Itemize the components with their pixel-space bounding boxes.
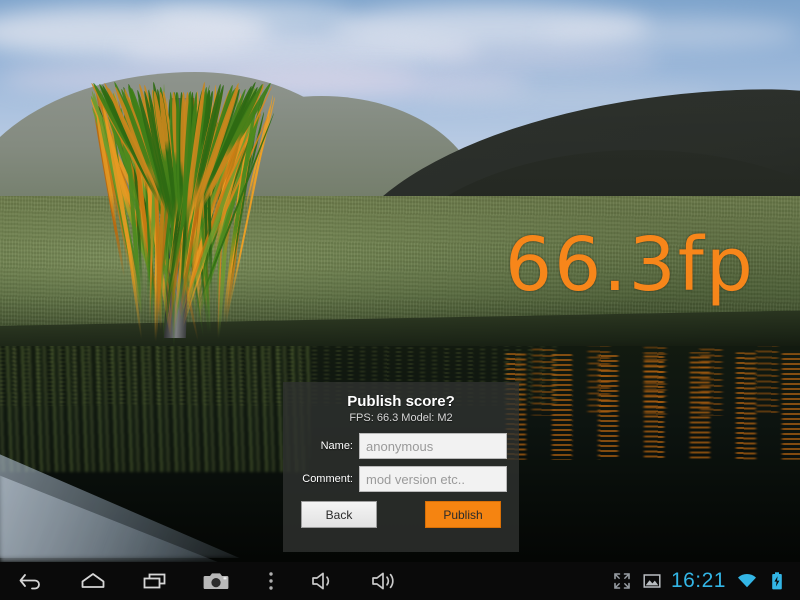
- comment-field-label: Comment:: [302, 473, 353, 485]
- water-reflection-fps-text: [520, 346, 800, 416]
- willow-tree: [40, 18, 330, 348]
- cloud: [430, 46, 660, 72]
- wifi-status[interactable]: [732, 562, 762, 600]
- volume-down-icon: [310, 570, 340, 592]
- recents-icon: [141, 571, 169, 591]
- overflow-menu-button-nav[interactable]: [248, 562, 294, 600]
- navbar-status-group: 16:21: [607, 562, 800, 600]
- android-navigation-bar: 16:21: [0, 562, 800, 600]
- home-icon: [79, 571, 107, 591]
- camera-icon: [203, 570, 231, 592]
- volume-up-button-nav[interactable]: [356, 562, 418, 600]
- fullscreen-button[interactable]: [607, 562, 637, 600]
- dialog-subtitle-stats: FPS: 66.3 Model: M2: [349, 412, 453, 424]
- home-button-nav[interactable]: [62, 562, 124, 600]
- battery-status[interactable]: [762, 562, 792, 600]
- cloud: [540, 18, 800, 48]
- name-input[interactable]: anonymous: [359, 433, 507, 459]
- device-screen: 66.3fp Publish score? FPS: 66.3 Model: M…: [0, 0, 800, 600]
- wifi-icon: [737, 573, 757, 589]
- name-field-label: Name:: [320, 440, 353, 452]
- water-reflection-tree: [0, 346, 310, 472]
- volume-down-button-nav[interactable]: [294, 562, 356, 600]
- fps-counter-overlay: 66.3fp: [505, 222, 755, 308]
- back-button-nav[interactable]: [0, 562, 62, 600]
- screenshot-image-icon: [643, 572, 661, 590]
- name-field-row: Name: anonymous: [295, 433, 507, 459]
- back-button[interactable]: Back: [301, 501, 377, 528]
- back-icon: [18, 571, 44, 591]
- recent-apps-button-nav[interactable]: [124, 562, 186, 600]
- overflow-menu-icon: [267, 570, 275, 592]
- dialog-title: Publish score?: [347, 393, 455, 410]
- fullscreen-icon: [613, 572, 631, 590]
- screenshot-notification[interactable]: [637, 562, 667, 600]
- status-clock: 16:21: [670, 569, 726, 592]
- battery-charging-icon: [771, 572, 783, 590]
- publish-score-dialog[interactable]: Publish score? FPS: 66.3 Model: M2 Name:…: [283, 382, 519, 552]
- dialog-button-row: Back Publish: [295, 501, 507, 528]
- publish-button[interactable]: Publish: [425, 501, 501, 528]
- comment-input[interactable]: mod version etc..: [359, 466, 507, 492]
- comment-field-row: Comment: mod version etc..: [295, 466, 507, 492]
- screenshot-button-nav[interactable]: [186, 562, 248, 600]
- navbar-left-group: [0, 562, 418, 600]
- volume-up-icon: [370, 570, 404, 592]
